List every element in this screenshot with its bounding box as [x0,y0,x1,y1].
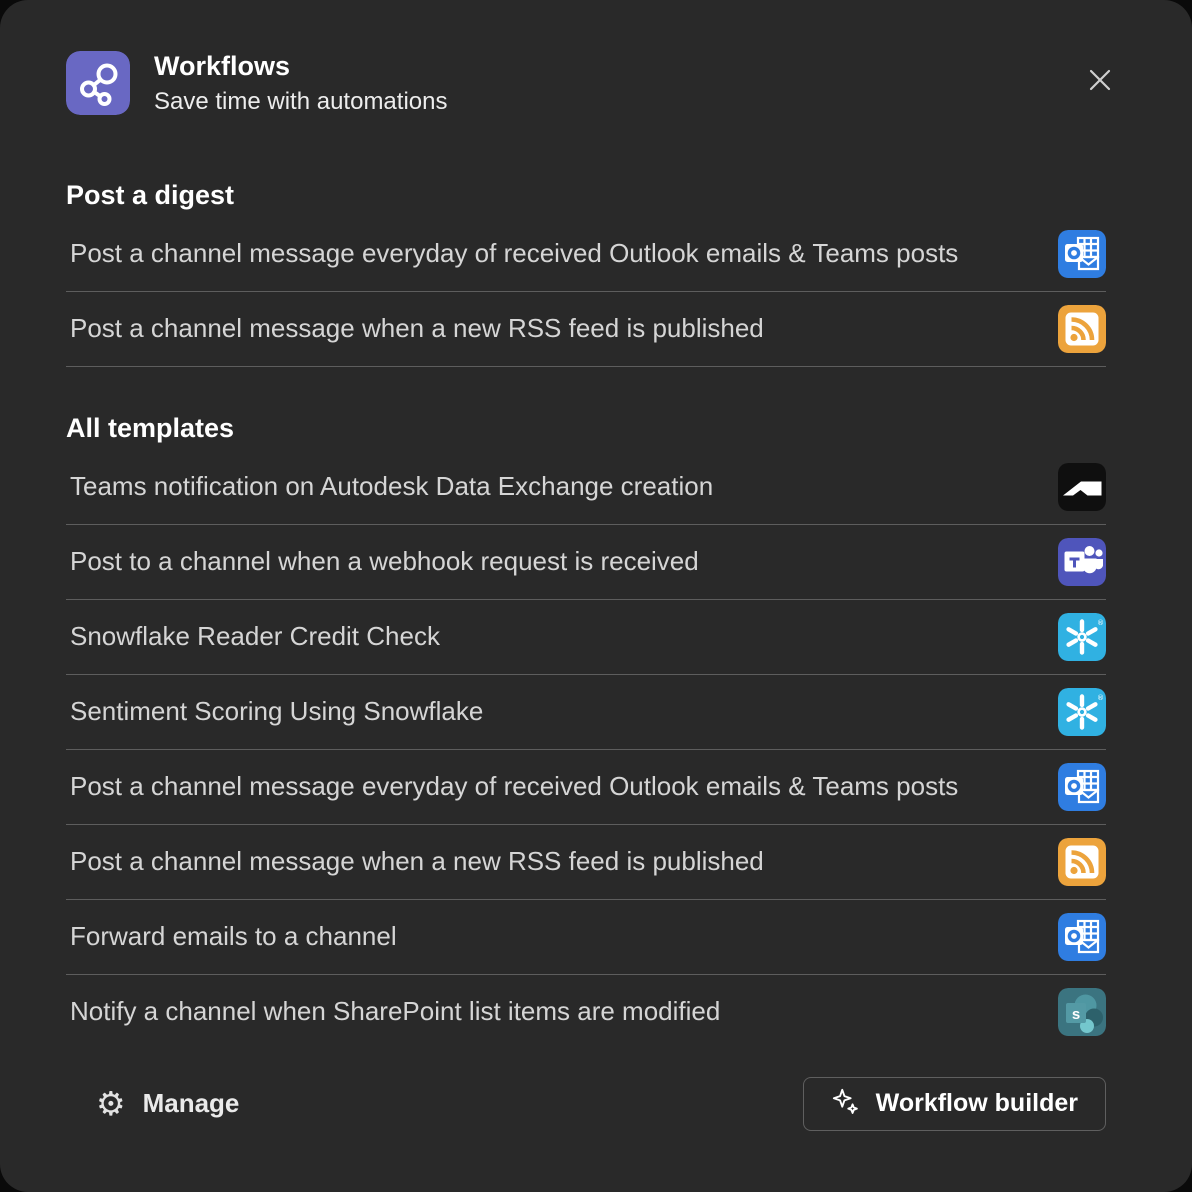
section-list: Post a channel message everyday of recei… [66,217,1106,367]
section-list: Teams notification on Autodesk Data Exch… [66,450,1106,1049]
template-label: Post a channel message when a new RSS fe… [66,846,764,877]
workflow-template-row[interactable]: Snowflake Reader Credit Check ® [66,600,1106,675]
workflow-template-row[interactable]: Post a channel message when a new RSS fe… [66,292,1106,367]
template-label: Snowflake Reader Credit Check [66,621,440,652]
sharepoint-icon: s [1058,988,1106,1036]
snowflake-icon: ® [1058,613,1106,661]
workflows-dialog: Workflows Save time with automations Pos… [0,0,1192,1192]
dialog-header: Workflows Save time with automations [66,50,1106,116]
autodesk-icon [1058,463,1106,511]
svg-text:s: s [1072,1006,1080,1023]
workflow-template-row[interactable]: Sentiment Scoring Using Snowflake ® [66,675,1106,750]
outlook-icon [1058,763,1106,811]
workflow-template-row[interactable]: Notify a channel when SharePoint list it… [66,975,1106,1049]
outlook-icon [1058,230,1106,278]
manage-label: Manage [143,1088,240,1119]
dialog-footer: ⚙ Manage Workflow builder [66,1077,1106,1131]
template-label: Post a channel message when a new RSS fe… [66,313,764,344]
template-label: Post to a channel when a webhook request… [66,546,699,577]
workflow-template-row[interactable]: Post to a channel when a webhook request… [66,525,1106,600]
outlook-icon [1058,913,1106,961]
workflow-builder-label: Workflow builder [876,1089,1078,1118]
workflow-template-row[interactable]: Post a channel message when a new RSS fe… [66,825,1106,900]
svg-text:®: ® [1097,694,1104,702]
template-label: Teams notification on Autodesk Data Exch… [66,471,713,502]
workflow-template-row[interactable]: Teams notification on Autodesk Data Exch… [66,450,1106,525]
manage-button[interactable]: ⚙ Manage [96,1087,239,1120]
template-label: Forward emails to a channel [66,921,397,952]
template-section: Post a digest Post a channel message eve… [66,178,1106,367]
section-header: All templates [66,411,1106,445]
teams-icon [1058,538,1106,586]
close-icon [1083,63,1117,102]
rss-icon [1058,838,1106,886]
template-label: Post a channel message everyday of recei… [66,238,958,269]
template-label: Notify a channel when SharePoint list it… [66,996,720,1027]
dialog-title: Workflows [154,50,447,84]
sparkle-icon [831,1087,861,1120]
section-header: Post a digest [66,178,1106,212]
workflow-template-row[interactable]: Post a channel message everyday of recei… [66,217,1106,292]
template-label: Post a channel message everyday of recei… [66,771,958,802]
dialog-subtitle: Save time with automations [154,88,447,116]
template-sections: Post a digest Post a channel message eve… [66,178,1106,1049]
rss-icon [1058,305,1106,353]
workflow-template-row[interactable]: Forward emails to a channel [66,900,1106,975]
snowflake-icon: ® [1058,688,1106,736]
template-label: Sentiment Scoring Using Snowflake [66,696,483,727]
template-section: All templates Teams notification on Auto… [66,411,1106,1049]
workflows-icon [66,51,130,115]
workflow-template-row[interactable]: Post a channel message everyday of recei… [66,750,1106,825]
close-button[interactable] [1078,60,1122,104]
gear-icon: ⚙ [96,1087,126,1120]
workflow-builder-button[interactable]: Workflow builder [803,1077,1106,1131]
svg-text:®: ® [1097,619,1104,627]
